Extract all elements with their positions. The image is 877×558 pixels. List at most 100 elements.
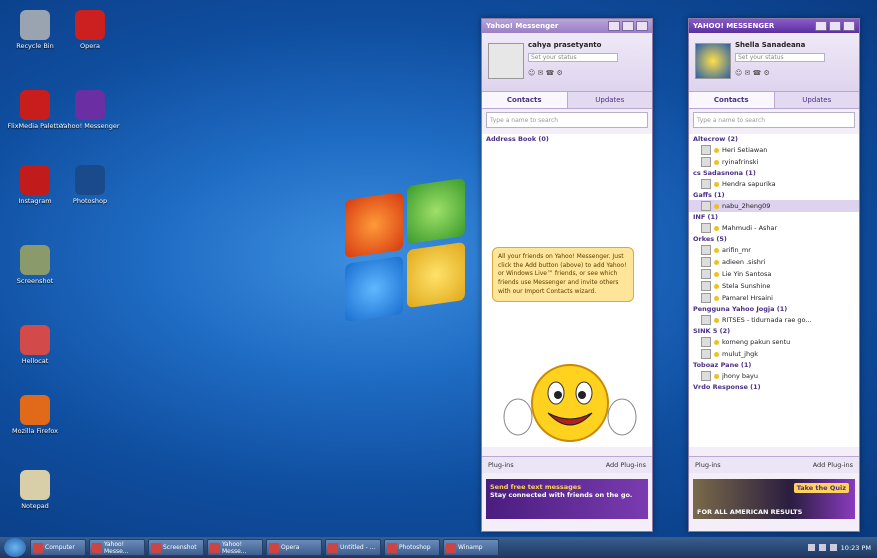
profile-name[interactable]: Shella Sanadeana <box>735 41 805 49</box>
start-button[interactable] <box>4 538 26 557</box>
ad-banner[interactable]: Send free text messages Stay connected w… <box>486 479 648 519</box>
contact-row[interactable]: ryinafrinski <box>689 156 859 168</box>
ad-button[interactable]: Take the Quiz <box>793 483 849 493</box>
contact-list[interactable]: Altecrow (2) Heri Setiawan ryinafrinski cs … <box>689 134 859 447</box>
desktop-icon[interactable]: Opera <box>60 10 120 50</box>
taskbar-item[interactable]: Yahoo! Messe... <box>89 539 145 556</box>
status-input[interactable]: Set your status <box>528 53 618 62</box>
tab-updates[interactable]: Updates <box>775 92 860 108</box>
group-header[interactable]: Gaffs (1) <box>689 190 859 200</box>
avatar[interactable] <box>695 43 731 79</box>
network-icon[interactable] <box>807 544 815 551</box>
plugins-button[interactable]: Plug-ins <box>695 461 721 469</box>
close-button[interactable] <box>636 21 648 31</box>
contact-row[interactable]: Stela Sunshine <box>689 280 859 292</box>
profile-icons[interactable]: ☺ ✉ ☎ ⚙ <box>528 69 563 77</box>
desktop-icon[interactable]: Photoshop <box>60 165 120 205</box>
add-plugins-button[interactable]: Add Plug-ins <box>606 461 646 469</box>
group-header[interactable]: INF (1) <box>689 212 859 222</box>
profile-icons[interactable]: ☺ ✉ ☎ ⚙ <box>735 69 770 77</box>
contact-name: Mahmudi - Ashar <box>722 224 778 232</box>
volume-icon[interactable] <box>818 544 826 551</box>
desktop-icon[interactable]: Hellocat <box>5 325 65 365</box>
minimize-button[interactable] <box>815 21 827 31</box>
yahoo-messenger-window-1[interactable]: Yahoo! Messenger cahya prasetyanto Set y… <box>481 18 653 532</box>
maximize-button[interactable] <box>829 21 841 31</box>
contact-row[interactable]: RITSES - tidurnada rae go... <box>689 314 859 326</box>
group-header[interactable]: Orkes (5) <box>689 234 859 244</box>
desktop-icon-label: Screenshot <box>16 277 54 285</box>
hellocat-icon <box>20 325 50 355</box>
contact-row[interactable]: komeng pakun sentu <box>689 336 859 348</box>
taskbar-item[interactable]: Yahoo! Messe... <box>207 539 263 556</box>
app-icon <box>387 542 397 553</box>
status-dot-icon <box>714 225 719 231</box>
group-header[interactable]: Pengguna Yahoo Jogja (1) <box>689 304 859 314</box>
ad-banner[interactable]: Take the Quiz FOR ALL AMERICAN RESULTS <box>693 479 855 519</box>
desktop-icon[interactable]: Mozilla Firefox <box>5 395 65 435</box>
group-header[interactable]: Altecrow (2) <box>689 134 859 144</box>
add-plugins-button[interactable]: Add Plug-ins <box>813 461 853 469</box>
contact-name: Heri Setiawan <box>722 146 768 154</box>
desktop-icon[interactable]: Recycle Bin <box>5 10 65 50</box>
taskbar-item[interactable]: Screenshot <box>148 539 204 556</box>
desktop-icon[interactable]: Notepad <box>5 470 65 510</box>
app-icon <box>151 542 161 553</box>
contact-row[interactable]: jhony bayu <box>689 370 859 382</box>
contact-row[interactable]: mulut_jhgk <box>689 348 859 360</box>
title-bar[interactable]: Yahoo! Messenger <box>482 19 652 33</box>
profile-name[interactable]: cahya prasetyanto <box>528 41 601 49</box>
group-header[interactable]: Vrdo Response (1) <box>689 382 859 392</box>
taskbar-item[interactable]: Photoshop <box>384 539 440 556</box>
search-input[interactable]: Type a name to search <box>486 112 648 128</box>
flag-icon[interactable] <box>829 544 837 551</box>
contact-avatar <box>701 371 711 381</box>
taskbar-item-label: Untitled - ... <box>340 544 376 551</box>
taskbar-item[interactable]: Untitled - ... <box>325 539 381 556</box>
contact-row[interactable]: Pamarel Hrsaini <box>689 292 859 304</box>
group-header[interactable]: Toboaz Pane (1) <box>689 360 859 370</box>
minimize-button[interactable] <box>608 21 620 31</box>
smiley-mascot-icon <box>503 364 637 442</box>
desktop-icon-label: Yahoo! Messenger <box>60 122 120 130</box>
avatar[interactable] <box>488 43 524 79</box>
tab-updates[interactable]: Updates <box>568 92 653 108</box>
tab-contacts[interactable]: Contacts <box>689 92 775 108</box>
contact-row[interactable]: adieen .sishri <box>689 256 859 268</box>
taskbar-item[interactable]: Winamp <box>443 539 499 556</box>
contact-row[interactable]: Mahmudi - Ashar <box>689 222 859 234</box>
group-header[interactable]: SINK 5 (2) <box>689 326 859 336</box>
status-dot-icon <box>714 339 719 345</box>
window-title: YAHOO! MESSENGER <box>693 22 775 30</box>
desktop-icon-label: Recycle Bin <box>16 42 54 50</box>
desktop-icon[interactable]: FlixMedia Palette <box>5 90 65 130</box>
plugins-button[interactable]: Plug-ins <box>488 461 514 469</box>
group-header[interactable]: cs Sadasnona (1) <box>689 168 859 178</box>
contact-row[interactable]: arifin_mr <box>689 244 859 256</box>
contact-row[interactable]: nabu_2heng09 <box>689 200 859 212</box>
contact-row[interactable]: Heri Setiawan <box>689 144 859 156</box>
maximize-button[interactable] <box>622 21 634 31</box>
group-header[interactable]: Address Book (0) <box>482 134 652 144</box>
yahoo-messenger-window-2[interactable]: YAHOO! MESSENGER Shella Sanadeana Set yo… <box>688 18 860 532</box>
desktop-icon-label: Notepad <box>21 502 49 510</box>
taskbar-item[interactable]: Opera <box>266 539 322 556</box>
desktop-icon[interactable]: Screenshot <box>5 245 65 285</box>
contact-row[interactable]: Lie Yin Santosa <box>689 268 859 280</box>
flixmedia-icon <box>20 90 50 120</box>
desktop-icon[interactable]: Instagram <box>5 165 65 205</box>
clock[interactable]: 10:23 PM <box>841 544 871 552</box>
taskbar-item[interactable]: Computer <box>30 539 86 556</box>
tab-contacts[interactable]: Contacts <box>482 92 568 108</box>
status-input[interactable]: Set your status <box>735 53 825 62</box>
taskbar-item-label: Yahoo! Messe... <box>222 540 247 555</box>
contact-row[interactable]: Hendra sapurika <box>689 178 859 190</box>
contact-name: nabu_2heng09 <box>722 202 771 210</box>
search-input[interactable]: Type a name to search <box>693 112 855 128</box>
taskbar-item-label: Computer <box>45 544 75 551</box>
title-bar[interactable]: YAHOO! MESSENGER <box>689 19 859 33</box>
close-button[interactable] <box>843 21 855 31</box>
profile-area: Shella Sanadeana Set your status ☺ ✉ ☎ ⚙ <box>689 33 859 92</box>
app-icon <box>33 542 43 553</box>
desktop-icon[interactable]: Yahoo! Messenger <box>60 90 120 130</box>
